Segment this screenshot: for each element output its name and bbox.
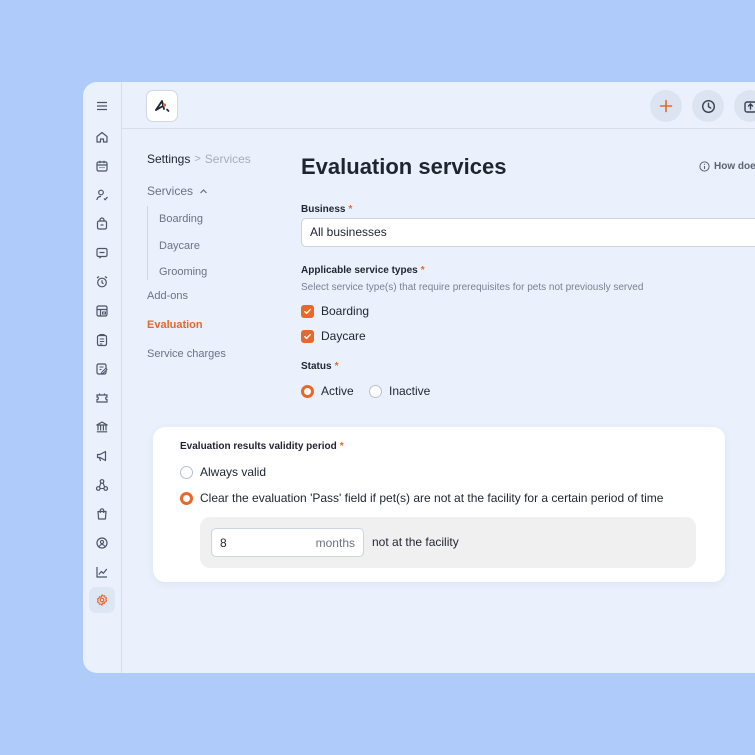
breadcrumb-separator-icon: > — [194, 153, 201, 165]
breadcrumb: Settings > Services — [147, 152, 287, 166]
required-marker: * — [348, 204, 353, 215]
checkbox-label: Boarding — [321, 304, 370, 318]
calendar-icon[interactable] — [93, 157, 111, 175]
radio-inactive[interactable]: Inactive — [369, 384, 430, 398]
duration-value[interactable]: 8 — [220, 536, 227, 550]
chevron-up-icon — [200, 188, 207, 193]
service-types-hint: Select service type(s) that require prer… — [301, 282, 644, 293]
settings-gear-icon[interactable] — [89, 587, 115, 613]
alarm-icon[interactable] — [93, 273, 111, 291]
breadcrumb-current: Services — [204, 152, 251, 166]
validity-label: Evaluation results validity period * — [180, 441, 344, 452]
required-marker: * — [420, 265, 425, 276]
status-label: Status * — [301, 361, 338, 372]
help-link[interactable]: How doe — [699, 161, 755, 172]
breadcrumb-root[interactable]: Settings — [147, 152, 190, 166]
edit-document-icon[interactable] — [93, 360, 111, 378]
radio-label: Clear the evaluation 'Pass' field if pet… — [200, 491, 664, 505]
subnav-item-grooming[interactable]: Grooming — [159, 259, 207, 286]
radio-label: Active — [321, 384, 354, 398]
clipboard-icon[interactable] — [93, 331, 111, 349]
subnav-group-label: Services — [147, 184, 194, 198]
radio-label: Inactive — [389, 384, 431, 398]
checkbox-label: Daycare — [321, 329, 366, 343]
required-marker: * — [339, 441, 344, 452]
radio-active[interactable]: Active — [301, 384, 354, 398]
subnav-group-services[interactable]: Services — [147, 184, 208, 198]
export-icon — [743, 100, 755, 113]
checkbox-checked-icon[interactable] — [301, 329, 314, 343]
checkbox-daycare[interactable]: Daycare — [301, 329, 366, 343]
validity-period-card: Evaluation results validity period * Alwa… — [153, 427, 725, 582]
home-icon[interactable] — [93, 128, 111, 146]
validity-label-text: Evaluation results validity period — [180, 441, 337, 452]
duration-panel: 8 months not at the facility — [200, 517, 696, 568]
report-icon[interactable] — [93, 302, 111, 320]
clock-icon — [701, 99, 715, 113]
message-icon[interactable] — [93, 244, 111, 262]
duration-unit: months — [315, 536, 355, 550]
history-button[interactable] — [692, 90, 724, 122]
required-marker: * — [334, 361, 339, 372]
radio-label: Always valid — [200, 465, 267, 479]
info-icon — [699, 161, 710, 172]
brand-logo[interactable] — [146, 90, 178, 122]
radio-clear-pass-field[interactable]: Clear the evaluation 'Pass' field if pet… — [180, 491, 663, 505]
plus-icon — [659, 99, 673, 113]
subnav-item-evaluation[interactable]: Evaluation — [147, 319, 203, 331]
client-icon[interactable] — [93, 186, 111, 204]
service-types-label: Applicable service types * — [301, 265, 425, 276]
subnav-services-children: Boarding Daycare Grooming — [147, 206, 207, 280]
business-label-text: Business — [301, 204, 346, 215]
menu-icon[interactable] — [93, 97, 111, 115]
duration-input[interactable]: 8 months — [211, 528, 364, 557]
radio-always-valid[interactable]: Always valid — [180, 465, 266, 479]
top-bar — [122, 82, 755, 129]
subnav-item-add-ons[interactable]: Add-ons — [147, 290, 188, 302]
megaphone-icon[interactable] — [93, 447, 111, 465]
radio-selected-icon[interactable] — [301, 384, 314, 398]
duration-suffix: not at the facility — [372, 535, 459, 549]
business-label: Business * — [301, 204, 352, 215]
checkbox-boarding[interactable]: Boarding — [301, 304, 369, 318]
export-button[interactable] — [734, 90, 755, 122]
checkbox-checked-icon[interactable] — [301, 304, 314, 318]
page-title: Evaluation services — [301, 154, 507, 179]
subnav-item-boarding[interactable]: Boarding — [159, 206, 207, 233]
add-button[interactable] — [650, 90, 682, 122]
logo-icon — [155, 100, 170, 112]
subnav-item-daycare[interactable]: Daycare — [159, 233, 207, 260]
chart-icon[interactable] — [93, 563, 111, 581]
user-circle-icon[interactable] — [93, 534, 111, 552]
status-label-text: Status — [301, 361, 332, 372]
bag-icon[interactable] — [93, 215, 111, 233]
subnav-item-service-charges[interactable]: Service charges — [147, 348, 226, 360]
shopping-bag-icon[interactable] — [93, 505, 111, 523]
radio-unselected-icon[interactable] — [369, 384, 382, 398]
network-icon[interactable] — [93, 476, 111, 494]
app-window: Settings > Services Services Boarding Da… — [83, 82, 755, 673]
service-types-label-text: Applicable service types — [301, 265, 418, 276]
icon-rail — [83, 82, 122, 673]
settings-subnav: Settings > Services Services Boarding Da… — [147, 152, 287, 360]
bank-icon[interactable] — [93, 418, 111, 436]
radio-unselected-icon[interactable] — [180, 465, 193, 479]
business-select[interactable]: All businesses — [301, 218, 755, 247]
ticket-icon[interactable] — [93, 389, 111, 407]
help-link-label: How doe — [714, 161, 755, 172]
radio-selected-icon[interactable] — [180, 491, 193, 505]
